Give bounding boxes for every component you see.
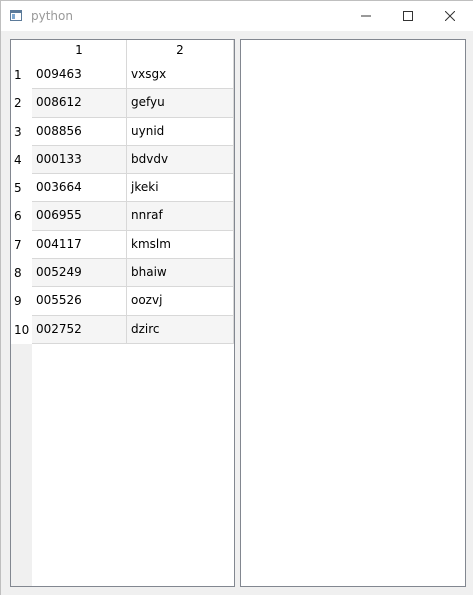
table-cell-col1[interactable]: 006955 (32, 202, 127, 231)
row-header[interactable]: 6 (11, 202, 32, 231)
table-row[interactable]: 3 008856 uynid (11, 117, 234, 146)
table-cell-col1[interactable]: 004117 (32, 230, 127, 260)
table-cell-col1[interactable]: 009463 (32, 61, 127, 90)
title-bar[interactable]: python (1, 1, 473, 31)
row-header[interactable]: 4 (11, 145, 32, 175)
table-cell-col2[interactable]: dzirc (127, 315, 234, 344)
table-row[interactable]: 8 005249 bhaiw (11, 259, 234, 288)
app-window: python 1 2 1 009463 vxsgx 2 008612 gefyu 3 0088… (0, 0, 473, 595)
data-table[interactable]: 1 2 1 009463 vxsgx 2 008612 gefyu 3 008856 uynid… (10, 39, 235, 587)
row-header[interactable]: 9 (11, 287, 32, 316)
table-row[interactable]: 9 005526 oozvj (11, 287, 234, 316)
table-cell-col2[interactable]: bhaiw (127, 259, 234, 288)
table-cell-col2[interactable]: nnraf (127, 202, 234, 231)
right-panel[interactable] (240, 39, 466, 587)
table-row[interactable]: 7 004117 kmslm (11, 230, 234, 260)
table-cell-col1[interactable]: 002752 (32, 315, 127, 344)
row-header[interactable]: 5 (11, 174, 32, 203)
close-button[interactable] (427, 1, 473, 31)
row-header[interactable]: 3 (11, 117, 32, 146)
table-row[interactable]: 4 000133 bdvdv (11, 145, 234, 175)
minimize-button[interactable] (343, 1, 389, 31)
table-cell-col1[interactable]: 000133 (32, 145, 127, 175)
table-cell-col2[interactable]: jkeki (127, 174, 234, 203)
client-area: 1 2 1 009463 vxsgx 2 008612 gefyu 3 008856 uynid… (1, 31, 473, 595)
table-row[interactable]: 6 006955 nnraf (11, 202, 234, 231)
table-body: 1 009463 vxsgx 2 008612 gefyu 3 008856 uynid 4 000… (11, 61, 234, 344)
row-header[interactable]: 7 (11, 230, 32, 260)
table-cell-col1[interactable]: 005249 (32, 259, 127, 288)
table-row[interactable]: 2 008612 gefyu (11, 89, 234, 118)
column-header-1[interactable]: 1 (32, 40, 127, 61)
table-cell-col2[interactable]: oozvj (127, 287, 234, 316)
maximize-button[interactable] (385, 1, 431, 31)
table-cell-col1[interactable]: 008856 (32, 117, 127, 146)
row-header[interactable]: 1 (11, 61, 32, 90)
table-row[interactable]: 10 002752 dzirc (11, 315, 234, 344)
window-title: python (31, 9, 73, 23)
table-cell-col2[interactable]: uynid (127, 117, 234, 146)
window-app-icon[interactable] (10, 10, 22, 21)
table-cell-col1[interactable]: 003664 (32, 174, 127, 203)
row-header[interactable]: 2 (11, 89, 32, 118)
table-row[interactable]: 5 003664 jkeki (11, 174, 234, 203)
table-row[interactable]: 1 009463 vxsgx (11, 61, 234, 90)
table-cell-col2[interactable]: gefyu (127, 89, 234, 118)
table-cell-col2[interactable]: bdvdv (127, 145, 234, 175)
table-cell-col2[interactable]: vxsgx (127, 61, 234, 90)
table-cell-col1[interactable]: 008612 (32, 89, 127, 118)
table-corner-button[interactable] (11, 40, 32, 61)
table-cell-col1[interactable]: 005526 (32, 287, 127, 316)
row-header[interactable]: 10 (11, 315, 32, 344)
row-header[interactable]: 8 (11, 259, 32, 288)
column-header-2[interactable]: 2 (127, 40, 234, 61)
table-cell-col2[interactable]: kmslm (127, 230, 234, 260)
